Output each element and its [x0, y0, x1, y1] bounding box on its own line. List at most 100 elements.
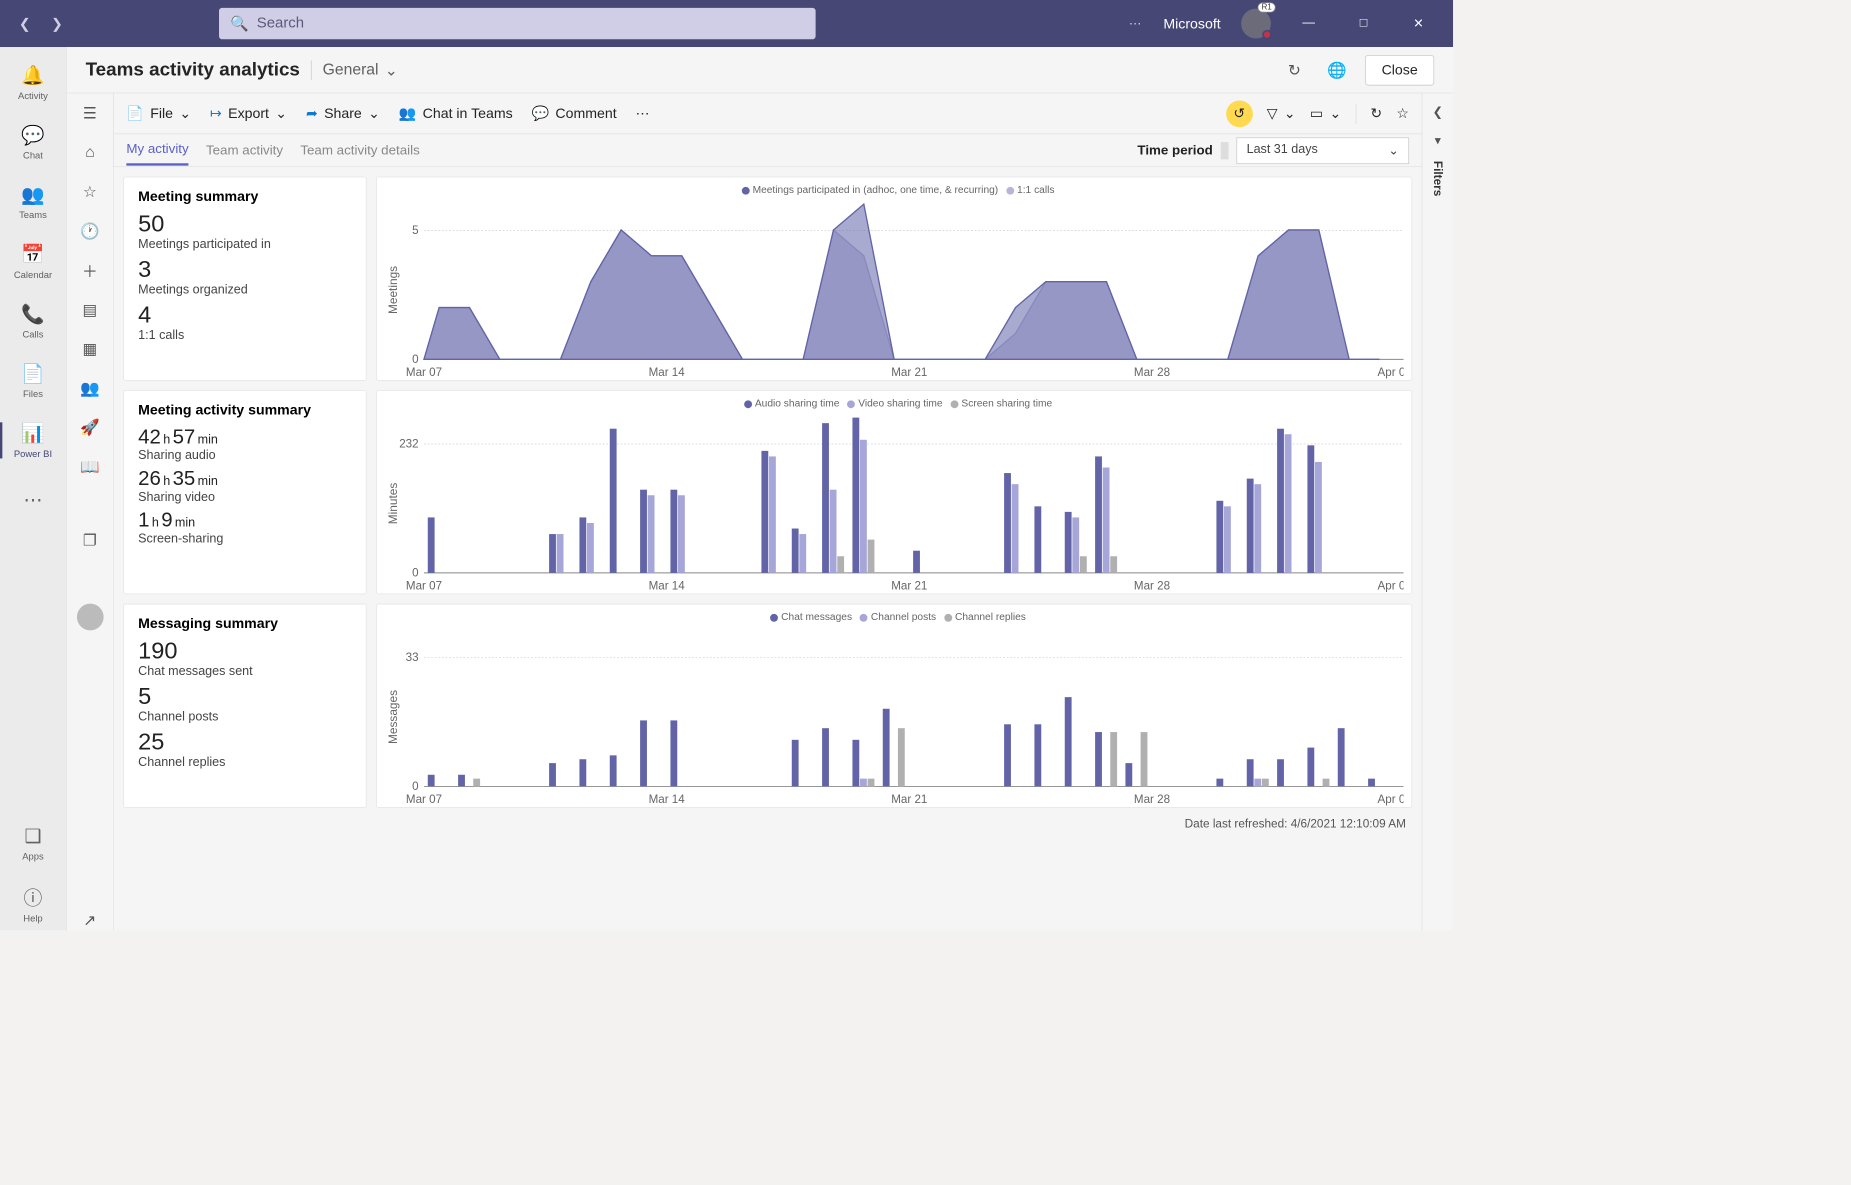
- powerbi-icon: 📊: [21, 422, 44, 445]
- plus-icon[interactable]: ＋: [80, 260, 100, 280]
- ribbon-more-icon[interactable]: ⋯: [636, 105, 650, 121]
- view-menu[interactable]: ▭⌄: [1310, 105, 1341, 121]
- filters-label: Filters: [1431, 161, 1444, 196]
- clock-icon[interactable]: 🕐: [80, 221, 100, 241]
- page-header: Teams activity analytics General ⌄ ↻ 🌐 C…: [67, 47, 1453, 93]
- rail-teams[interactable]: 👥Teams: [0, 174, 66, 229]
- title-bar: ❮ ❯ 🔍 Search ⋯ Microsoft R1 — □ ✕: [0, 0, 1453, 47]
- file-menu[interactable]: 📄File⌄: [126, 105, 191, 121]
- rail-apps[interactable]: ❑Apps: [0, 816, 66, 871]
- refresh-icon[interactable]: ↻: [1280, 56, 1308, 84]
- reset-button[interactable]: ↺: [1226, 100, 1253, 127]
- comment-icon: 💬: [532, 105, 550, 121]
- stack-icon[interactable]: ❐: [80, 530, 100, 550]
- avatar-badge: R1: [1258, 2, 1276, 12]
- time-period-dropdown[interactable]: Last 31 days ⌄: [1236, 137, 1409, 164]
- bookmark-menu[interactable]: ▽⌄: [1267, 105, 1296, 121]
- refresh-timestamp: Date last refreshed: 4/6/2021 12:10:09 A…: [123, 817, 1412, 841]
- org-label: Microsoft: [1163, 15, 1220, 31]
- svg-text:Apr 04: Apr 04: [1378, 579, 1404, 592]
- help-icon: ⓘ: [24, 882, 43, 909]
- rail-help[interactable]: ⓘHelp: [0, 875, 66, 930]
- rail-calendar[interactable]: 📅Calendar: [0, 234, 66, 289]
- window-minimize-button[interactable]: —: [1291, 8, 1326, 39]
- refresh-report-icon[interactable]: ↻: [1370, 105, 1382, 121]
- comment-button[interactable]: 💬Comment: [532, 105, 617, 121]
- close-button[interactable]: Close: [1365, 55, 1434, 86]
- chat-icon: 💬: [21, 124, 44, 147]
- grid-icon[interactable]: ▦: [80, 338, 100, 358]
- rail-activity[interactable]: 🔔Activity: [0, 55, 66, 110]
- calendar-icon: 📅: [21, 243, 44, 266]
- chart-meeting-activity[interactable]: Audio sharing timeVideo sharing timeScre…: [376, 390, 1412, 594]
- globe-icon[interactable]: 🌐: [1323, 56, 1351, 84]
- nav-back-icon[interactable]: ❮: [19, 15, 31, 31]
- export-icon: ↦: [210, 105, 222, 121]
- chevron-down-icon: ⌄: [1388, 142, 1399, 158]
- svg-text:Mar 14: Mar 14: [649, 579, 686, 592]
- filters-pane-collapsed[interactable]: ❮ ▾ Filters: [1422, 93, 1453, 930]
- page-subtitle-dropdown[interactable]: General ⌄: [311, 60, 398, 80]
- svg-text:Minutes: Minutes: [387, 483, 400, 525]
- teams-chat-icon: 👥: [399, 105, 417, 121]
- report-nav-rail: ☰ ⌂ ☆ 🕐 ＋ ▤ ▦ 👥 🚀 📖 ❐ ↗: [67, 93, 114, 930]
- svg-text:Mar 28: Mar 28: [1134, 793, 1171, 806]
- report-ribbon: 📄File⌄ ↦Export⌄ ➦Share⌄ 👥Chat in Teams 💬…: [114, 93, 1422, 134]
- search-input[interactable]: 🔍 Search: [219, 8, 816, 39]
- card-messaging: Messaging summary 190 Chat messages sent…: [123, 604, 366, 808]
- chart-messaging[interactable]: Chat messagesChannel postsChannel replie…: [376, 604, 1412, 808]
- workspace-avatar-icon[interactable]: [77, 604, 104, 631]
- chat-teams-button[interactable]: 👥Chat in Teams: [399, 105, 513, 121]
- window-close-button[interactable]: ✕: [1401, 8, 1436, 39]
- svg-text:Mar 21: Mar 21: [891, 579, 927, 592]
- svg-text:Mar 14: Mar 14: [649, 366, 686, 379]
- book-icon[interactable]: 📖: [80, 456, 100, 476]
- home-icon[interactable]: ⌂: [80, 142, 100, 162]
- rail-calls[interactable]: 📞Calls: [0, 294, 66, 349]
- app-rail: 🔔Activity 💬Chat 👥Teams 📅Calendar 📞Calls …: [0, 47, 67, 930]
- star-icon[interactable]: ☆: [80, 181, 100, 201]
- card-meeting-activity: Meeting activity summary 42h57min Sharin…: [123, 390, 366, 594]
- svg-text:Mar 28: Mar 28: [1134, 366, 1171, 379]
- svg-text:Mar 14: Mar 14: [649, 793, 686, 806]
- rail-powerbi[interactable]: 📊Power BI: [0, 413, 66, 468]
- export-menu[interactable]: ↦Export⌄: [210, 105, 287, 121]
- search-icon: 🔍: [230, 14, 249, 33]
- tab-team-details[interactable]: Team activity details: [300, 136, 419, 164]
- rail-more[interactable]: ⋯: [0, 473, 66, 528]
- svg-text:Mar 07: Mar 07: [406, 366, 442, 379]
- chevron-down-icon: ⌄: [368, 105, 380, 121]
- chevron-down-icon: ⌄: [1284, 105, 1296, 121]
- filter-icon: ▾: [1435, 133, 1441, 149]
- nav-forward-icon[interactable]: ❯: [51, 15, 63, 31]
- bookmark-icon: ▽: [1267, 105, 1278, 121]
- ellipsis-icon: ⋯: [24, 489, 43, 512]
- chevron-down-icon: ⌄: [275, 105, 287, 121]
- rail-chat[interactable]: 💬Chat: [0, 115, 66, 170]
- hamburger-icon[interactable]: ☰: [80, 103, 100, 123]
- more-icon[interactable]: ⋯: [1129, 16, 1143, 32]
- card-meeting-summary: Meeting summary 50 Meetings participated…: [123, 177, 366, 381]
- svg-text:Mar 28: Mar 28: [1134, 579, 1171, 592]
- favorite-icon[interactable]: ☆: [1396, 105, 1409, 121]
- svg-text:Meetings: Meetings: [387, 266, 400, 314]
- user-avatar[interactable]: R1: [1241, 9, 1271, 39]
- svg-text:Mar 21: Mar 21: [891, 366, 927, 379]
- chart-meeting-summary[interactable]: Meetings participated in (adhoc, one tim…: [376, 177, 1412, 381]
- share-menu[interactable]: ➦Share⌄: [306, 105, 380, 121]
- tab-my-activity[interactable]: My activity: [126, 135, 188, 166]
- popout-icon[interactable]: ↗: [80, 910, 100, 930]
- svg-text:Mar 21: Mar 21: [891, 793, 927, 806]
- rocket-icon[interactable]: 🚀: [80, 417, 100, 437]
- tab-team-activity[interactable]: Team activity: [206, 136, 283, 164]
- rail-files[interactable]: 📄Files: [0, 353, 66, 408]
- phone-icon: 📞: [21, 303, 44, 326]
- database-icon[interactable]: ▤: [80, 299, 100, 319]
- people-icon[interactable]: 👥: [80, 378, 100, 398]
- teams-icon: 👥: [21, 183, 44, 206]
- chevron-down-icon: ⌄: [385, 60, 398, 80]
- slicer-handle-icon: [1221, 142, 1229, 159]
- window-maximize-button[interactable]: □: [1346, 8, 1381, 39]
- page-title: Teams activity analytics: [86, 59, 300, 81]
- chevron-left-icon: ❮: [1432, 104, 1443, 120]
